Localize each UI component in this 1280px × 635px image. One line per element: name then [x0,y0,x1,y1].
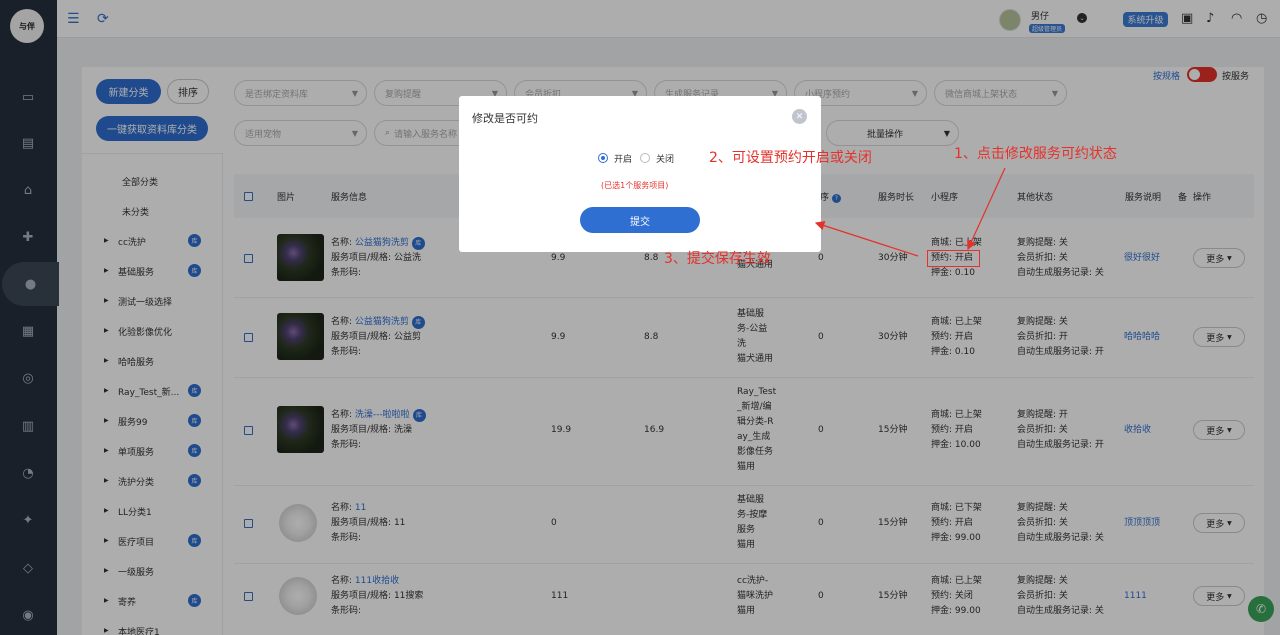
arrow-step3 [814,221,919,257]
annotation-arrows [814,167,1006,257]
arrow-step1 [967,167,1006,251]
